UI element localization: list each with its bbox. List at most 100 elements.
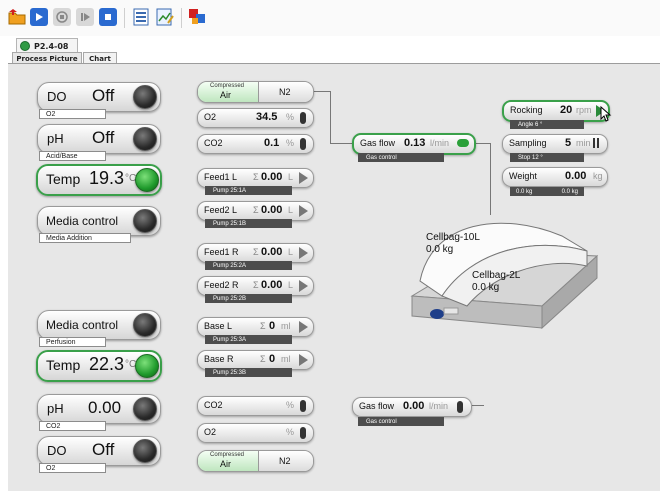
sigma-icon: Σ	[253, 280, 259, 290]
sampling-sub: Stop 12 °	[510, 153, 584, 162]
sampling-unit: min	[576, 138, 591, 148]
play-icon	[299, 321, 308, 333]
n2-option[interactable]: N2	[259, 451, 313, 471]
knob-icon	[135, 354, 159, 378]
weight-name: Weight	[509, 171, 537, 181]
pump-feed2l-sub: Pump 25:1B	[205, 219, 292, 228]
knob-icon	[133, 397, 157, 421]
ph-name: pH	[47, 401, 64, 416]
compressed-air-option[interactable]: Compressed Air	[198, 451, 259, 471]
temp-top-control[interactable]: Temp 19.3 °C	[36, 164, 162, 196]
pump-basel-sub: Pump 25:3A	[205, 335, 292, 344]
o2-name: O2	[204, 427, 217, 437]
stop-circle-icon[interactable]	[53, 8, 71, 26]
multi-colour-icon[interactable]	[188, 8, 206, 26]
step-play-icon[interactable]	[76, 8, 94, 26]
ph-name: pH	[47, 131, 64, 146]
toolbar-separator	[181, 8, 182, 28]
weight-sub-right: 0.0 kg	[561, 188, 578, 195]
gas-flow-bottom-sub: Gas control	[358, 417, 444, 426]
rocking-tile[interactable]: Rocking 20 rpm	[502, 100, 610, 122]
weight-tile[interactable]: Weight 0.00 kg	[502, 167, 608, 187]
open-folder-icon[interactable]	[8, 8, 26, 26]
connector-line	[472, 405, 484, 406]
chart-edit-icon[interactable]	[156, 8, 174, 26]
cursor-icon	[600, 106, 612, 122]
do-value: Off	[92, 86, 115, 105]
play-icon[interactable]	[30, 8, 48, 26]
ph-value: Off	[92, 128, 115, 147]
pump-feed2l-tile[interactable]: Feed2 L Σ 0.00 L	[197, 201, 314, 221]
toolbar-separator	[124, 8, 125, 28]
temp-bottom-control[interactable]: Temp 22.3 °C	[36, 350, 162, 382]
temp-name: Temp	[46, 357, 81, 373]
knob-icon	[133, 127, 157, 151]
gas-flow-top-sub: Gas control	[358, 153, 444, 162]
pump-name: Feed1 R	[204, 247, 239, 257]
pump-value: 0	[269, 353, 276, 365]
co2-name: CO2	[204, 400, 223, 410]
pump-basel-tile[interactable]: Base L Σ 0 ml	[197, 317, 314, 337]
o2-name: O2	[204, 112, 217, 122]
rocking-unit: rpm	[576, 105, 592, 115]
pump-feed2r-tile[interactable]: Feed2 R Σ 0.00 L	[197, 276, 314, 296]
gas-flow-name: Gas flow	[360, 138, 396, 148]
temp-name: Temp	[46, 171, 81, 187]
n2-label: N2	[279, 456, 291, 466]
connector-line	[330, 91, 331, 143]
knob-icon	[135, 168, 159, 192]
media-name: Media control	[46, 214, 119, 228]
co2-top-tile[interactable]: CO2 0.1 %	[197, 134, 314, 154]
media-top-control[interactable]: Media control	[37, 206, 161, 236]
media-top-sub: Media Addition	[39, 233, 131, 243]
sigma-icon: Σ	[253, 172, 259, 182]
gas-selector-bottom[interactable]: Compressed Air N2	[197, 450, 314, 472]
o2-unit: %	[286, 112, 295, 122]
gas-selector-top[interactable]: Compressed Air N2	[197, 81, 314, 103]
media-bottom-control[interactable]: Media control	[37, 310, 161, 340]
connector-line	[330, 143, 352, 144]
cellbag-10l-name: Cellbag-10L	[426, 232, 480, 243]
n2-option[interactable]: N2	[259, 82, 313, 102]
gas-flow-bottom-tile[interactable]: Gas flow 0.00 l/min	[352, 397, 472, 417]
do-bottom-control[interactable]: DO Off	[37, 436, 161, 466]
project-tab[interactable]: P2.4-08	[16, 38, 78, 53]
stop-icon[interactable]	[99, 8, 117, 26]
weight-sub-left: 0.0 kg	[516, 188, 533, 195]
pump-feed1l-tile[interactable]: Feed1 L Σ 0.00 L	[197, 168, 314, 188]
rocking-name: Rocking	[510, 105, 543, 115]
list-icon[interactable]	[132, 8, 150, 26]
o2-top-tile[interactable]: O2 34.5 %	[197, 108, 314, 128]
ph-top-control[interactable]: pH Off	[37, 124, 161, 154]
play-icon	[299, 247, 308, 259]
do-name: DO	[47, 443, 67, 458]
knob-icon	[133, 439, 157, 463]
sampling-tile[interactable]: Sampling 5 min	[502, 134, 608, 154]
gas-flow-top-tile[interactable]: Gas flow 0.13 l/min	[352, 133, 476, 155]
media-bottom-sub: Perfusion	[39, 337, 106, 347]
co2-value: 0.1	[264, 137, 280, 149]
co2-name: CO2	[204, 138, 223, 148]
project-tab-label: P2.4-08	[34, 41, 69, 51]
pump-feed1r-tile[interactable]: Feed1 R Σ 0.00 L	[197, 243, 314, 263]
pump-unit: L	[288, 247, 294, 257]
weight-unit: kg	[593, 171, 603, 181]
rocking-sub: Angle 6 °	[510, 120, 584, 129]
compressed-air-option[interactable]: Compressed Air	[198, 82, 259, 102]
pump-unit: ml	[281, 321, 291, 331]
ph-bottom-control[interactable]: pH 0.00	[37, 394, 161, 424]
n2-label: N2	[279, 87, 291, 97]
ph-bottom-sub: CO2	[39, 421, 106, 431]
pump-unit: ml	[281, 354, 291, 364]
rocking-value: 20	[560, 104, 573, 116]
pump-baser-tile[interactable]: Base R Σ 0 ml	[197, 350, 314, 370]
pump-value: 0.00	[261, 279, 283, 291]
co2-bottom-tile[interactable]: CO2 %	[197, 396, 314, 416]
gas-flow-unit: l/min	[430, 138, 450, 148]
ph-value: 0.00	[88, 398, 122, 417]
gas-flow-unit: l/min	[429, 401, 449, 411]
cellbag-10l-weight: 0.0 kg	[426, 244, 454, 255]
play-icon	[299, 280, 308, 292]
o2-bottom-tile[interactable]: O2 %	[197, 423, 314, 443]
do-top-control[interactable]: DO Off	[37, 82, 161, 112]
